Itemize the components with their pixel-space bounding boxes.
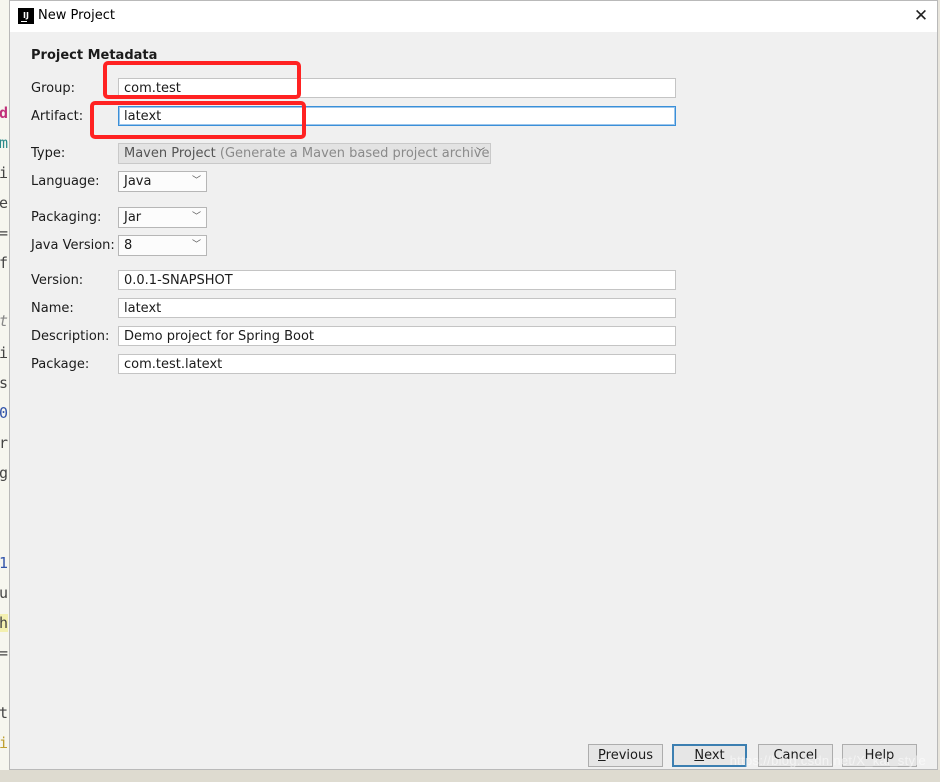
chevron-down-icon: ﹀	[191, 176, 201, 186]
bg-char: f	[0, 254, 9, 272]
description-field[interactable]	[118, 326, 676, 346]
next-label: ext	[704, 748, 725, 763]
intellij-icon: IJ	[18, 8, 34, 24]
bg-char: m	[0, 134, 9, 152]
version-field[interactable]	[118, 270, 676, 290]
type-select[interactable]: Maven Project (Generate a Maven based pr…	[118, 143, 491, 164]
bg-char: t	[0, 312, 8, 330]
name-label: Name:	[31, 301, 74, 316]
previous-button[interactable]: Previous	[588, 744, 663, 767]
bg-char: e	[0, 194, 9, 212]
bg-char: s	[0, 374, 9, 392]
type-select-hint: (Generate a Maven based project archive)	[219, 146, 491, 161]
bg-char: u	[0, 584, 9, 602]
package-field[interactable]	[118, 354, 676, 374]
bg-char: d	[0, 104, 9, 122]
java-version-select-value: 8	[124, 238, 133, 253]
background-strip	[0, 770, 940, 782]
bg-char: =	[0, 644, 9, 662]
bg-char: i	[0, 344, 9, 362]
type-label: Type:	[31, 146, 66, 161]
next-mnemonic: N	[694, 748, 705, 763]
packaging-label: Packaging:	[31, 210, 102, 225]
chevron-down-icon: ﹀	[475, 148, 485, 158]
packaging-select-value: Jar	[124, 210, 142, 225]
description-label: Description:	[31, 329, 110, 344]
annotation-box-group	[103, 61, 301, 99]
title-bar[interactable]: IJ New Project ✕	[10, 1, 937, 32]
bg-char: =	[0, 224, 9, 242]
bg-char: t	[0, 704, 9, 722]
chevron-down-icon: ﹀	[191, 212, 201, 222]
chevron-down-icon: ﹀	[191, 240, 201, 250]
annotation-box-artifact	[90, 101, 306, 139]
previous-label: revious	[605, 748, 653, 763]
window-title: New Project	[38, 8, 115, 23]
artifact-label: Artifact:	[31, 109, 84, 124]
bg-char: h	[0, 614, 9, 632]
name-field[interactable]	[118, 298, 676, 318]
watermark: https://blog.csdn.net/X_kai_style	[729, 753, 926, 768]
language-label: Language:	[31, 174, 100, 189]
new-project-dialog: IJ New Project ✕ Project Metadata Group:…	[9, 0, 938, 770]
bg-char: i	[0, 164, 9, 182]
background-editor: d m i e = f t i s 0 r g 1 u h = t i	[0, 0, 9, 782]
bg-char: r	[0, 434, 9, 452]
type-select-value: Maven Project	[124, 146, 216, 161]
package-label: Package:	[31, 357, 90, 372]
bg-char: i	[0, 734, 9, 752]
packaging-select[interactable]: Jar ﹀	[118, 207, 207, 228]
java-version-select[interactable]: 8 ﹀	[118, 235, 207, 256]
bg-char: 1	[0, 554, 9, 572]
bg-char: g	[0, 464, 9, 482]
language-select[interactable]: Java ﹀	[118, 171, 207, 192]
version-label: Version:	[31, 273, 84, 288]
close-icon[interactable]: ✕	[911, 6, 931, 26]
language-select-value: Java	[124, 174, 152, 189]
group-label: Group:	[31, 81, 75, 96]
java-version-label: Java Version:	[31, 238, 115, 253]
bg-char: 0	[0, 404, 9, 422]
previous-mnemonic: P	[598, 748, 606, 763]
